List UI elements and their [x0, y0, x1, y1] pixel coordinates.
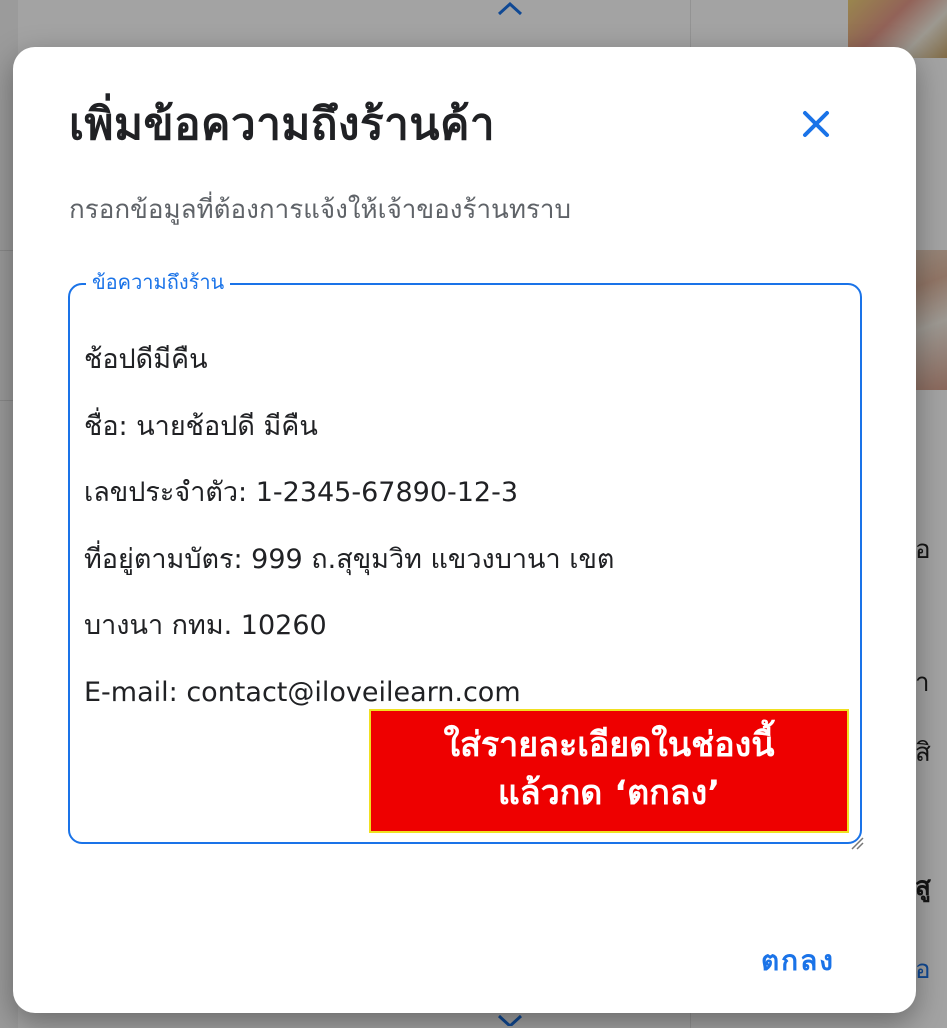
callout-line: แล้วกด ‘ตกลง’	[497, 773, 721, 813]
ok-button[interactable]: ตกลง	[753, 935, 843, 987]
message-line: ชื่อ: นายช้อปดี มีคืน	[84, 410, 318, 442]
message-line: ที่อยู่ตามบัตร: 999 ถ.สุขุมวิท แขวงบานา …	[84, 543, 615, 575]
instruction-callout: ใส่รายละเอียดในช่องนี้ แล้วกด ‘ตกลง’	[369, 709, 849, 833]
dialog-title: เพิ่มข้อความถึงร้านค้า	[69, 99, 496, 150]
resize-handle-icon[interactable]	[850, 836, 864, 850]
dialog-subtitle: กรอกข้อมูลที่ต้องการแจ้งให้เจ้าของร้านทร…	[69, 195, 572, 225]
close-icon[interactable]	[799, 107, 833, 141]
message-line: บางนา กทม. 10260	[84, 610, 327, 641]
add-message-dialog: เพิ่มข้อความถึงร้านค้า กรอกข้อมูลที่ต้อง…	[13, 47, 916, 1013]
message-line: เลขประจำตัว: 1-2345-67890-12-3	[84, 477, 519, 508]
message-text-content[interactable]: ช้อปดีมีคืน ชื่อ: นายช้อปดี มีคืน เลขประ…	[84, 327, 840, 726]
callout-line: ใส่รายละเอียดในช่องนี้	[443, 725, 775, 765]
message-field-label: ข้อความถึงร้าน	[86, 269, 231, 295]
message-line: ช้อปดีมีคืน	[84, 344, 208, 375]
